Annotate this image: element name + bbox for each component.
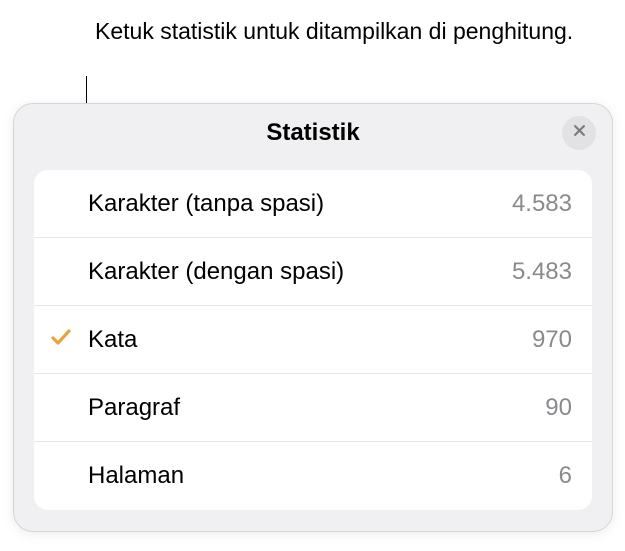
popover-header: Statistik (14, 104, 612, 162)
stat-row-paragraphs[interactable]: Paragraf 90 (34, 374, 592, 442)
check-column (34, 325, 88, 354)
stat-label: Karakter (dengan spasi) (88, 258, 512, 286)
stat-label: Karakter (tanpa spasi) (88, 190, 512, 218)
stat-row-characters-no-spaces[interactable]: Karakter (tanpa spasi) 4.583 (34, 170, 592, 238)
callout-text: Ketuk statistik untuk ditampilkan di pen… (95, 17, 573, 47)
stat-value: 970 (532, 326, 572, 354)
stat-row-words[interactable]: Kata 970 (34, 306, 592, 374)
stat-label: Kata (88, 326, 532, 354)
close-icon (572, 123, 587, 143)
stat-row-characters-with-spaces[interactable]: Karakter (dengan spasi) 5.483 (34, 238, 592, 306)
stat-value: 90 (545, 394, 572, 422)
close-button[interactable] (562, 116, 596, 150)
stat-value: 4.583 (512, 190, 572, 218)
stat-value: 6 (559, 462, 572, 490)
stat-label: Paragraf (88, 394, 545, 422)
stat-row-pages[interactable]: Halaman 6 (34, 442, 592, 510)
statistics-popover: Statistik Karakter (tanpa spasi) 4.583 K… (13, 103, 613, 532)
statistics-list: Karakter (tanpa spasi) 4.583 Karakter (d… (34, 170, 592, 510)
popover-title: Statistik (266, 119, 359, 147)
checkmark-icon (49, 325, 73, 354)
stat-label: Halaman (88, 462, 559, 490)
stat-value: 5.483 (512, 258, 572, 286)
